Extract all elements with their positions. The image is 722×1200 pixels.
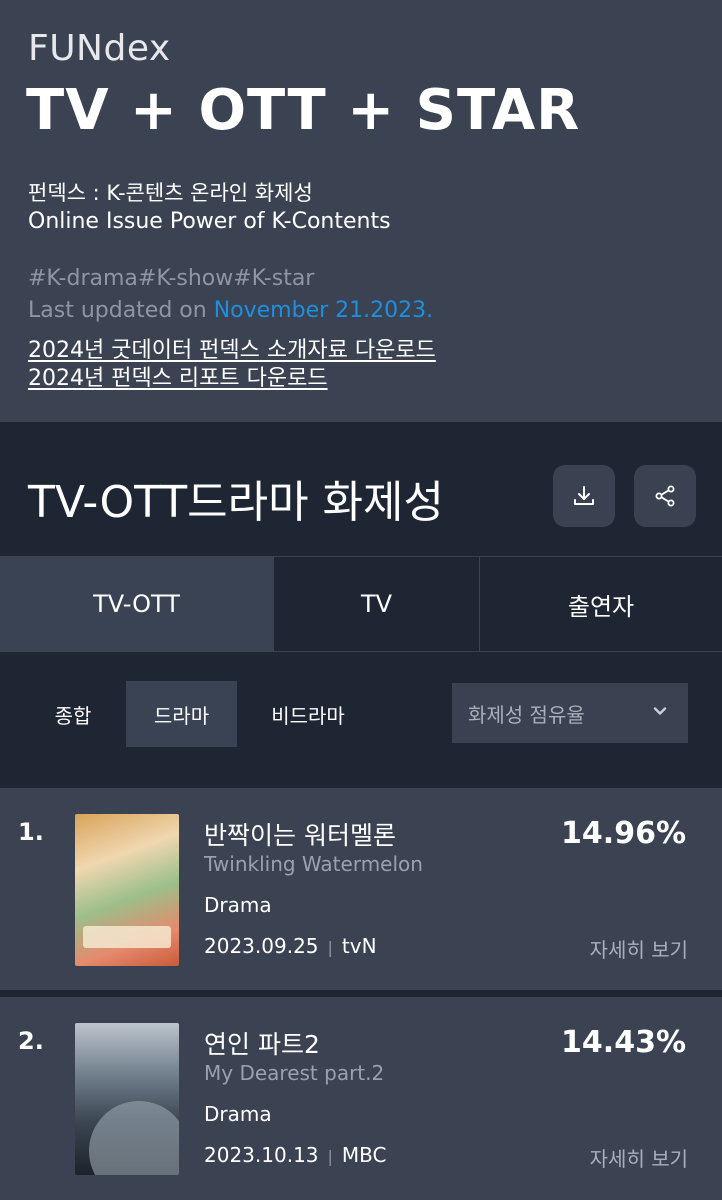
- air-info: 2023.09.25 | tvN: [204, 934, 377, 958]
- view-detail-link[interactable]: 자세히 보기: [590, 1143, 688, 1172]
- tab-tv[interactable]: TV: [273, 557, 479, 651]
- separator: |: [327, 1147, 333, 1166]
- subtitle-english: Online Issue Power of K-Contents: [28, 209, 391, 234]
- air-date: 2023.09.25: [204, 934, 319, 958]
- sort-select[interactable]: 화제성 점유율: [452, 683, 688, 743]
- share-percentage: 14.96%: [561, 816, 686, 851]
- tab-tv-ott[interactable]: TV-OTT: [0, 557, 273, 651]
- view-detail-link[interactable]: 자세히 보기: [590, 934, 688, 963]
- title-english: My Dearest part.2: [204, 1061, 385, 1085]
- category-tabs: TV-OTT TV 출연자: [0, 556, 722, 652]
- rank-number: 2.: [18, 1027, 44, 1055]
- header: FUNdex TV + OTT + STAR 펀덱스 : K-콘텐츠 온라인 화…: [0, 0, 722, 422]
- subtitle-korean: 펀덱스 : K-콘텐츠 온라인 화제성: [28, 181, 313, 205]
- section-title: TV-OTT드라마 화제성: [28, 477, 444, 528]
- air-info: 2023.10.13 | MBC: [204, 1143, 387, 1167]
- list-item[interactable]: 2. 연인 파트2 My Dearest part.2 Drama 2023.1…: [0, 997, 722, 1200]
- download-report-link[interactable]: 2024년 펀덱스 리포트 다운로드: [28, 360, 328, 392]
- poster-image[interactable]: [75, 814, 179, 966]
- last-updated-label: Last updated on: [28, 298, 214, 323]
- poster-title-band: [83, 926, 171, 948]
- download-button[interactable]: [553, 465, 615, 527]
- filter-non-drama[interactable]: 비드라마: [252, 681, 364, 747]
- share-percentage: 14.43%: [561, 1025, 686, 1060]
- brand-logo: FUNdex: [28, 28, 171, 69]
- hashtags: #K-drama#K-show#K-star: [28, 266, 315, 291]
- filter-overall[interactable]: 종합: [36, 681, 110, 747]
- channel-name: tvN: [341, 934, 377, 958]
- download-icon: [574, 486, 594, 505]
- chevron-down-icon: [653, 707, 667, 715]
- sort-select-value: 화제성 점유율: [468, 702, 585, 727]
- poster-image[interactable]: [75, 1023, 179, 1175]
- title-english: Twinkling Watermelon: [204, 852, 423, 876]
- title-korean[interactable]: 연인 파트2: [204, 1025, 320, 1061]
- channel-name: MBC: [341, 1143, 387, 1167]
- separator: |: [327, 938, 333, 957]
- rank-number: 1.: [18, 818, 44, 846]
- share-button[interactable]: [634, 465, 696, 527]
- share-icon: [655, 485, 675, 507]
- genre-label: Drama: [204, 893, 272, 917]
- genre-label: Drama: [204, 1102, 272, 1126]
- title-korean[interactable]: 반짝이는 워터멜론: [204, 816, 396, 852]
- tab-cast[interactable]: 출연자: [479, 557, 722, 651]
- list-item[interactable]: 1. 반짝이는 워터멜론 Twinkling Watermelon Drama …: [0, 788, 722, 990]
- page-headline: TV + OTT + STAR: [26, 78, 581, 143]
- air-date: 2023.10.13: [204, 1143, 319, 1167]
- poster-moon: [89, 1101, 179, 1175]
- last-updated: Last updated on November 21.2023.: [28, 298, 433, 323]
- last-updated-date: November 21.2023.: [213, 298, 434, 323]
- filter-drama[interactable]: 드라마: [126, 681, 237, 747]
